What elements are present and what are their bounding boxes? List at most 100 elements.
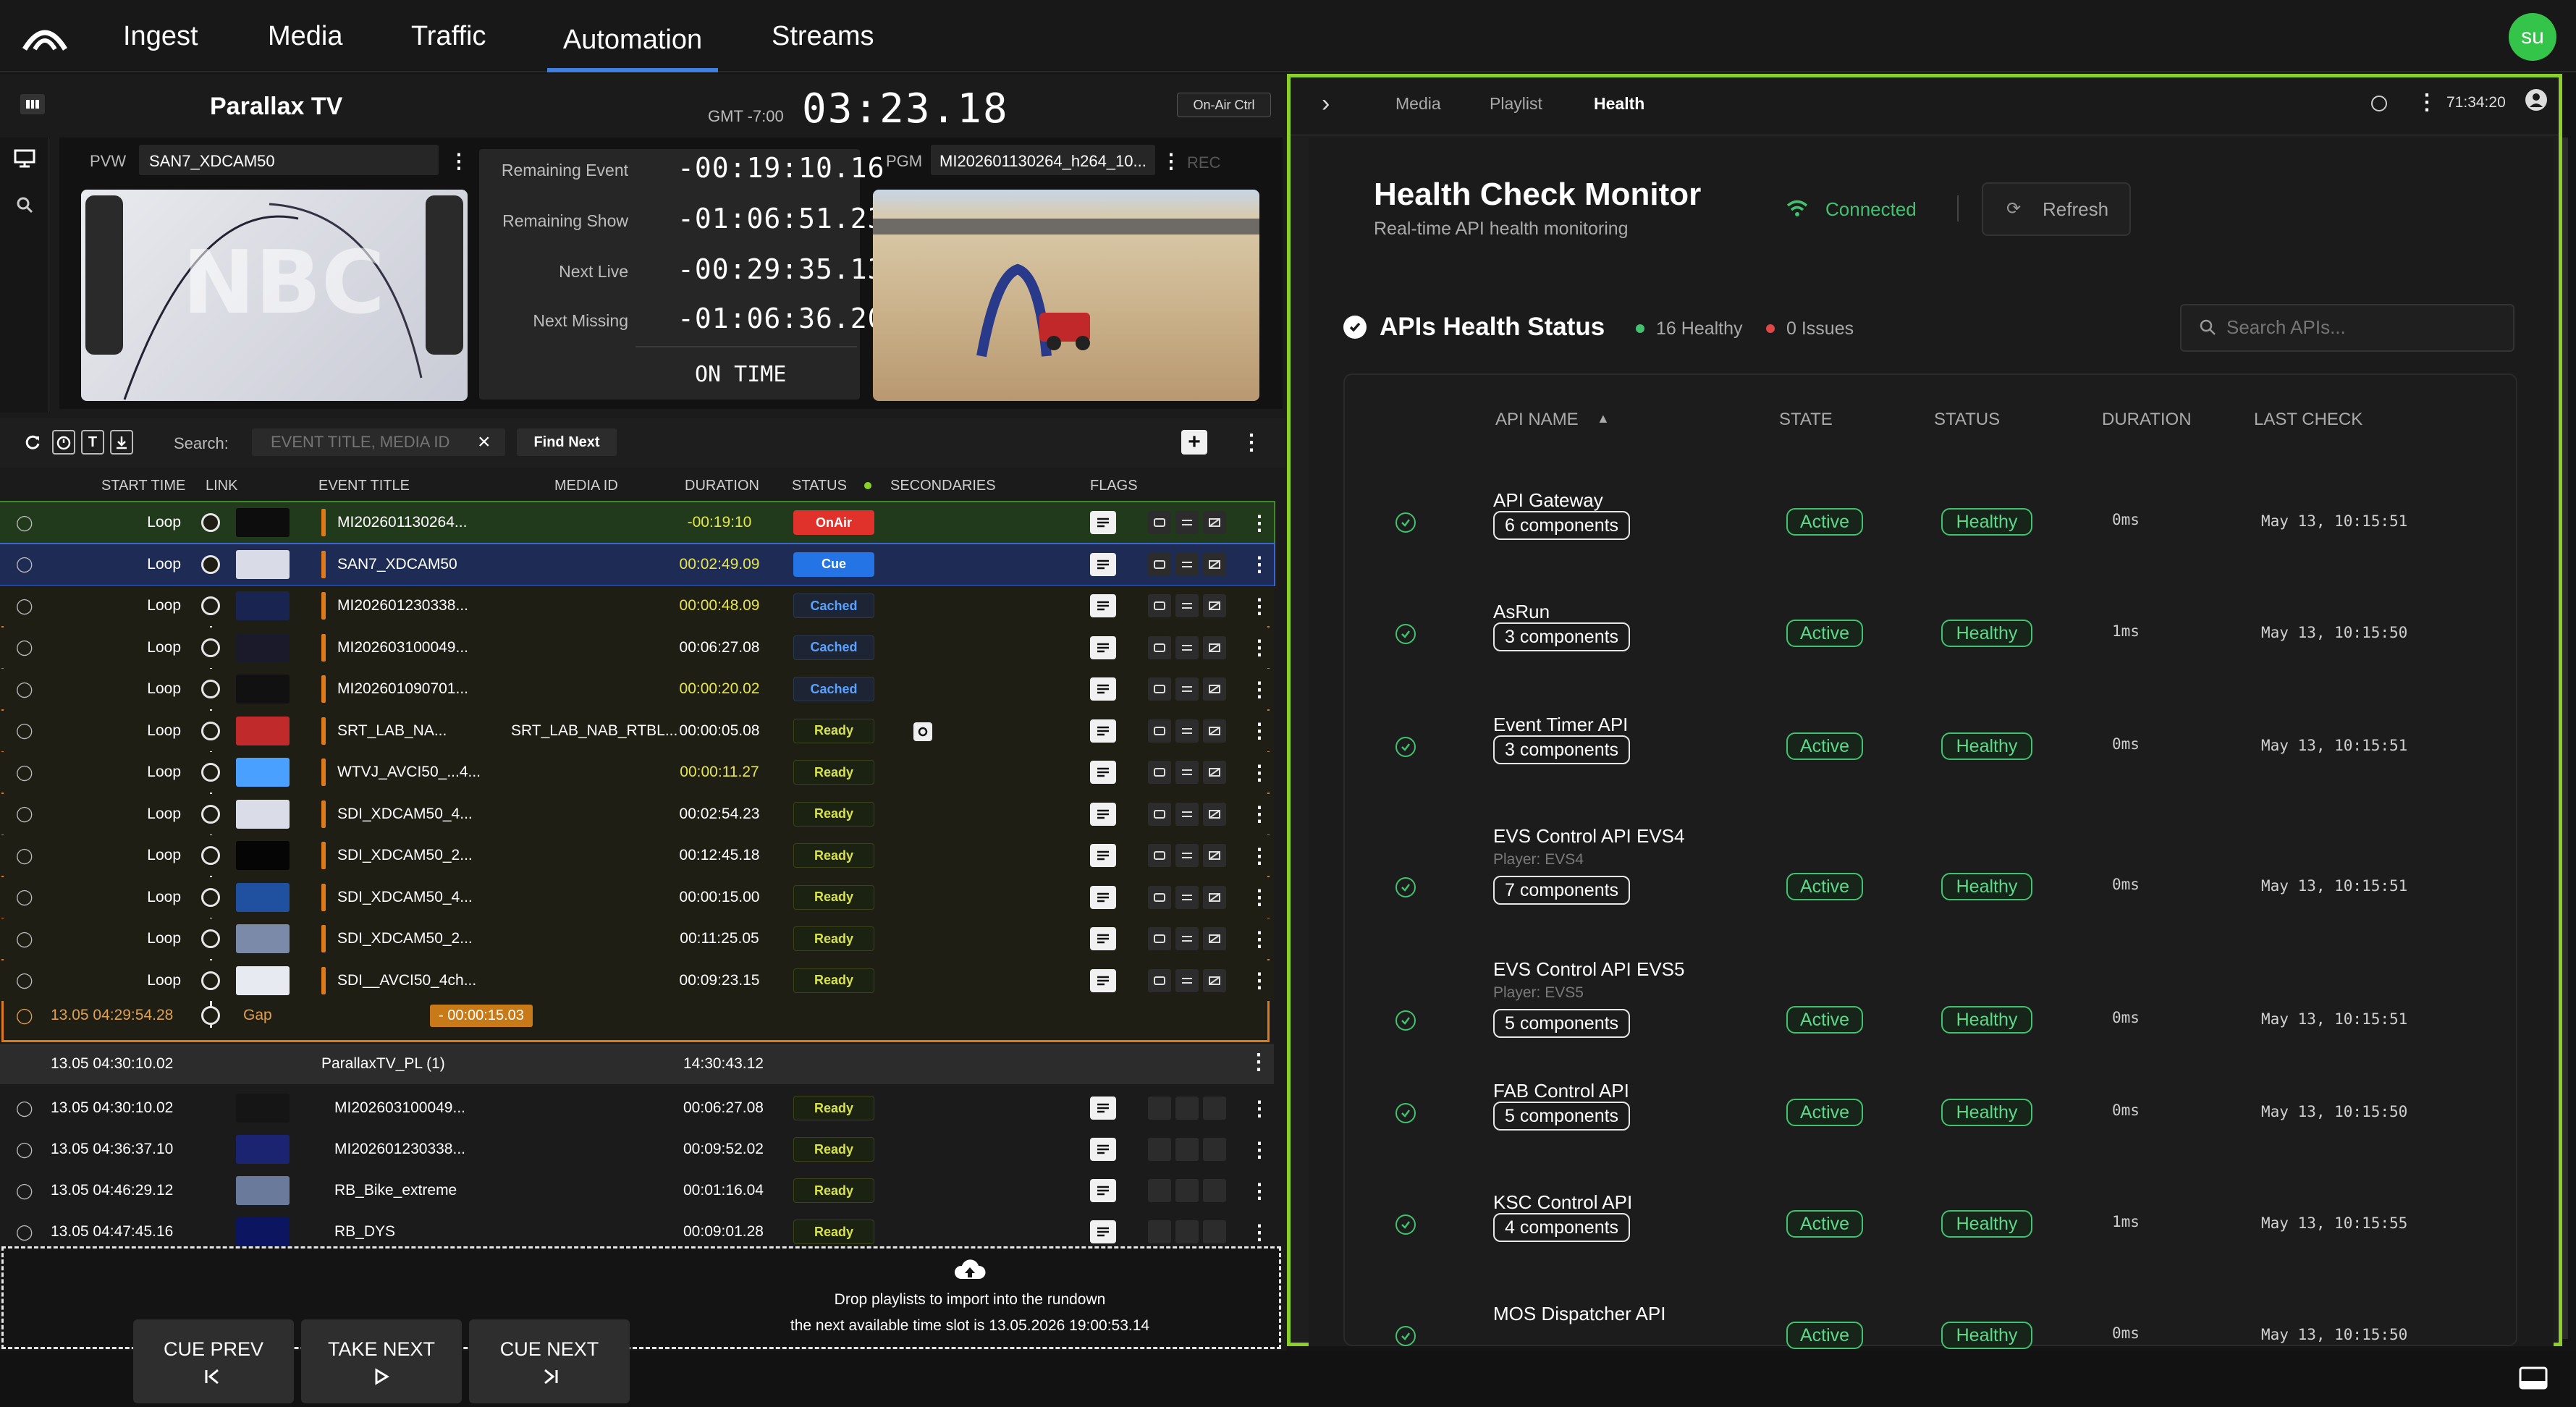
playlist-row[interactable]: ◯ 13.05 04:36:37.10 MI202601230338... 00:09… <box>0 1130 1274 1169</box>
pvw-more-icon[interactable]: ⋮ <box>449 149 469 173</box>
link-node-icon[interactable] <box>201 794 220 835</box>
row-more-icon[interactable]: ⋮ <box>1249 669 1270 709</box>
row-event-title[interactable]: SDI_XDCAM50_2... <box>337 918 473 959</box>
timer-icon[interactable] <box>52 430 75 455</box>
on-air-ctrl-button[interactable]: On-Air Ctrl <box>1177 93 1271 117</box>
rundown-more-icon[interactable]: ⋮ <box>1241 430 1262 455</box>
add-event-button[interactable]: + <box>1181 430 1207 455</box>
clear-search-icon[interactable]: × <box>478 430 491 455</box>
col-duration[interactable]: DURATION <box>685 478 759 494</box>
row-more-icon[interactable]: ⋮ <box>1249 835 1270 876</box>
playlist-more-icon[interactable]: ⋮ <box>1248 1049 1270 1075</box>
pgm-more-icon[interactable]: ⋮ <box>1161 149 1181 173</box>
api-name[interactable]: KSC Control API <box>1493 1191 1632 1214</box>
user-avatar[interactable]: su <box>2509 13 2556 61</box>
api-search-input[interactable] <box>2226 313 2501 342</box>
row-more-icon[interactable]: ⋮ <box>1249 918 1270 959</box>
loop-toggle-icon[interactable] <box>1148 968 1171 992</box>
rundown-row[interactable]: ◯ Loop MI202601130264... -00:19:10 OnAir ⋮ <box>0 501 1275 544</box>
loop-toggle-icon[interactable] <box>1148 511 1171 534</box>
hide-toggle-icon[interactable] <box>1203 1179 1226 1202</box>
flag-notes-icon[interactable] <box>1090 802 1116 826</box>
row-more-icon[interactable]: ⋮ <box>1249 1171 1270 1210</box>
api-components-badge[interactable]: 5 components <box>1493 1009 1631 1038</box>
flag-notes-icon[interactable] <box>1090 927 1116 950</box>
flag-notes-icon[interactable] <box>1090 1220 1116 1243</box>
row-more-icon[interactable]: ⋮ <box>1249 1130 1270 1169</box>
link-node-icon[interactable] <box>201 918 220 959</box>
right-tab-playlist[interactable]: Playlist <box>1490 94 1542 114</box>
api-col-status[interactable]: STATUS <box>1934 410 2000 430</box>
flag-notes-icon[interactable] <box>1090 885 1116 909</box>
row-event-title[interactable]: WTVJ_AVCI50_...4... <box>337 752 481 793</box>
hide-toggle-icon[interactable] <box>1203 1220 1226 1243</box>
rundown-row[interactable]: ◯ Loop SDI_XDCAM50_4... 00:02:54.23 Ready ⋮ <box>0 793 1274 835</box>
col-flags[interactable]: FLAGS <box>1090 478 1138 494</box>
flag-notes-icon[interactable] <box>1090 552 1116 576</box>
hide-toggle-icon[interactable] <box>1203 761 1226 784</box>
right-scrollbar[interactable] <box>2562 138 2568 1339</box>
nav-tab-streams[interactable]: Streams <box>772 14 874 58</box>
api-row[interactable]: API Gateway 6 components Active Healthy 0ms M… <box>1309 489 2503 598</box>
loop-toggle-icon[interactable] <box>1148 1097 1171 1120</box>
api-components-badge[interactable]: 7 components <box>1493 876 1631 905</box>
row-more-icon[interactable]: ⋮ <box>1249 586 1270 626</box>
api-name[interactable]: Event Timer API <box>1493 714 1628 736</box>
loop-toggle-icon[interactable] <box>1148 844 1171 867</box>
flag-notes-icon[interactable] <box>1090 844 1116 867</box>
rundown-row[interactable]: ◯ Loop WTVJ_AVCI50_...4... 00:00:11.27 Ready… <box>0 752 1274 793</box>
secondary-camera-icon[interactable] <box>913 722 932 741</box>
row-more-icon[interactable]: ⋮ <box>1249 1089 1270 1128</box>
link-node-icon[interactable] <box>201 960 220 1001</box>
api-row[interactable]: EVS Control API EVS5 Player: EVS5 5 compon… <box>1309 958 2503 1067</box>
col-event-title[interactable]: EVENT TITLE <box>318 478 410 494</box>
flag-notes-icon[interactable] <box>1090 1097 1116 1120</box>
row-more-icon[interactable]: ⋮ <box>1249 628 1270 668</box>
api-name[interactable]: API Gateway <box>1493 489 1603 512</box>
rundown-row[interactable]: ◯ Loop SDI_XDCAM50_2... 00:12:45.18 Ready ⋮ <box>0 835 1274 876</box>
col-status[interactable]: STATUS <box>792 478 847 494</box>
loop-toggle-icon[interactable] <box>1148 635 1171 659</box>
row-event-title[interactable]: SRT_LAB_NA... <box>337 711 447 751</box>
swap-toggle-icon[interactable] <box>1175 968 1199 992</box>
api-components-badge[interactable]: 3 components <box>1493 622 1631 651</box>
loop-toggle-icon[interactable] <box>1148 802 1171 826</box>
swap-toggle-icon[interactable] <box>1175 844 1199 867</box>
api-row[interactable]: KSC Control API 4 components Active Healthy… <box>1309 1191 2503 1300</box>
api-components-badge[interactable]: 3 components <box>1493 735 1631 764</box>
row-more-icon[interactable]: ⋮ <box>1249 960 1270 1001</box>
link-node-icon[interactable] <box>201 628 220 668</box>
flag-notes-icon[interactable] <box>1090 761 1116 784</box>
monitor-icon[interactable] <box>12 148 38 169</box>
loop-toggle-icon[interactable] <box>1148 927 1171 950</box>
sort-asc-icon[interactable]: ▲ <box>1597 411 1610 426</box>
rundown-row[interactable]: ◯ Loop SRT_LAB_NA... SRT_LAB_NAB_RTBL... 00:… <box>0 710 1274 751</box>
playlist-row[interactable]: ◯ 13.05 04:46:29.12 RB_Bike_extreme 00:01:1… <box>0 1171 1274 1210</box>
swap-toggle-icon[interactable] <box>1175 1097 1199 1120</box>
api-col-state[interactable]: STATE <box>1779 410 1833 430</box>
api-name[interactable]: FAB Control API <box>1493 1080 1629 1102</box>
row-event-title[interactable]: MI202601230338... <box>334 1130 465 1169</box>
flag-notes-icon[interactable] <box>1090 594 1116 617</box>
row-event-title[interactable]: MI202601230338... <box>337 586 468 626</box>
swap-toggle-icon[interactable] <box>1175 677 1199 701</box>
api-row[interactable]: AsRun 3 components Active Healthy 1ms May 13,… <box>1309 601 2503 709</box>
link-node-icon[interactable] <box>201 502 220 543</box>
link-node-icon[interactable] <box>201 586 220 626</box>
row-event-title[interactable]: RB_DYS <box>334 1212 395 1251</box>
find-next-button[interactable]: Find Next <box>517 428 617 456</box>
flag-notes-icon[interactable] <box>1090 968 1116 992</box>
nav-tab-traffic[interactable]: Traffic <box>411 14 486 58</box>
cue-prev-button[interactable]: CUE PREV <box>133 1319 294 1403</box>
row-event-title[interactable]: SDI_XDCAM50_4... <box>337 794 473 835</box>
rundown-row[interactable]: ◯ Loop SDI_XDCAM50_2... 00:11:25.05 Ready ⋮ <box>0 918 1274 959</box>
link-node-icon[interactable] <box>201 835 220 876</box>
rundown-row[interactable]: ◯ Loop MI202601230338... 00:00:48.09 Cached ⋮ <box>0 586 1274 626</box>
hide-toggle-icon[interactable] <box>1203 802 1226 826</box>
link-node-icon[interactable] <box>201 877 220 918</box>
swap-toggle-icon[interactable] <box>1175 927 1199 950</box>
hide-toggle-icon[interactable] <box>1203 552 1226 576</box>
playlist-row[interactable]: ◯ 13.05 04:30:10.02 MI202603100049... 00:06… <box>0 1089 1274 1128</box>
account-icon[interactable] <box>2523 87 2549 113</box>
collapse-chevron-icon[interactable]: › <box>1322 90 1330 118</box>
